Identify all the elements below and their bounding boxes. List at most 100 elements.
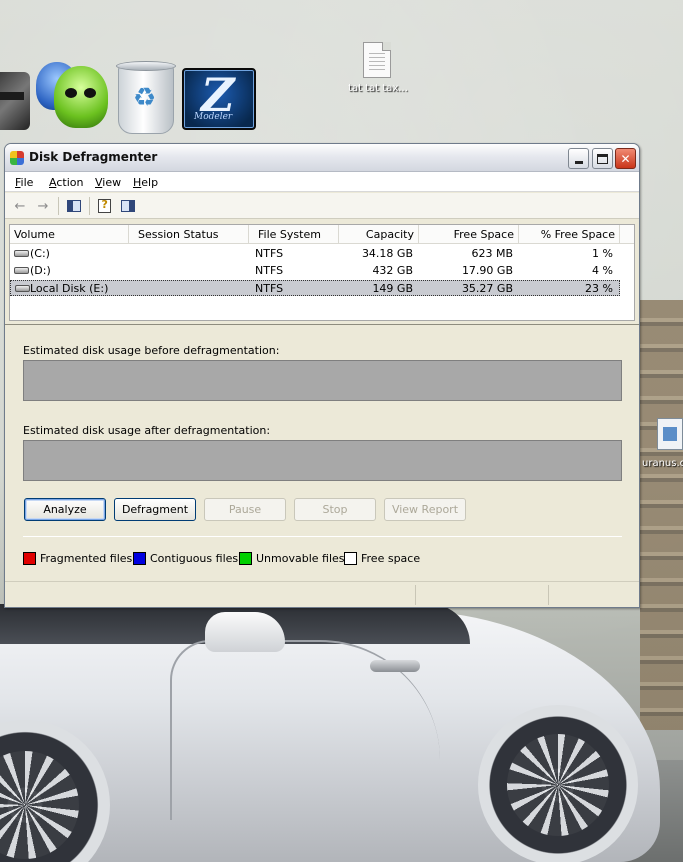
- action-pane-icon: [121, 200, 135, 212]
- cell-capacity: 34.18 GB: [361, 247, 413, 260]
- column-header-percent-free[interactable]: % Free Space: [519, 225, 620, 244]
- defrag-app-icon[interactable]: [10, 151, 24, 165]
- hard-drive-icon: [14, 267, 29, 274]
- show-action-pane-button[interactable]: [119, 197, 137, 215]
- before-defrag-label: Estimated disk usage before defragmentat…: [23, 344, 280, 357]
- legend-label-contiguous: Contiguous files: [150, 552, 239, 565]
- column-header-volume[interactable]: Volume: [10, 225, 129, 244]
- menu-help[interactable]: Help: [133, 176, 158, 189]
- console-tree-icon: [67, 200, 81, 212]
- legend-swatch-unmovable: [239, 552, 252, 565]
- cell-free-space: 17.90 GB: [461, 264, 513, 277]
- table-row[interactable]: (D:) NTFS 432 GB 17.90 GB 4 %: [10, 263, 620, 279]
- menu-view[interactable]: View: [95, 176, 121, 189]
- legend-label-fragmented: Fragmented files: [40, 552, 133, 565]
- after-defrag-label: Estimated disk usage after defragmentati…: [23, 424, 271, 437]
- table-row[interactable]: (C:) NTFS 34.18 GB 623 MB 1 %: [10, 246, 620, 262]
- defragment-button[interactable]: Defragment: [114, 498, 196, 521]
- minimize-icon: [574, 161, 583, 164]
- legend-swatch-free-space: [344, 552, 357, 565]
- window-title: Disk Defragmenter: [29, 150, 158, 164]
- skull-eye-right: [84, 88, 96, 98]
- show-hide-console-tree-button[interactable]: [65, 197, 83, 215]
- volume-list[interactable]: Volume Session Status File System Capaci…: [9, 224, 635, 321]
- volume-list-header: Volume Session Status File System Capaci…: [10, 225, 634, 244]
- rear-wheel-spokes: [0, 750, 80, 860]
- table-row-selected[interactable]: Local Disk (E:) NTFS 149 GB 35.27 GB 23 …: [10, 280, 620, 296]
- uranus-file-label[interactable]: uranus.c: [642, 458, 683, 469]
- cell-file-system: NTFS: [255, 247, 284, 260]
- cell-file-system: NTFS: [255, 282, 284, 295]
- menu-action-rest: ction: [56, 176, 84, 189]
- cell-free-space: 623 MB: [471, 247, 513, 260]
- uranus-file-glyph: [663, 427, 677, 441]
- printer-icon[interactable]: [0, 72, 30, 130]
- close-icon: ✕: [620, 151, 631, 166]
- front-wheel-spokes: [506, 733, 610, 837]
- toolbar-separator: [89, 197, 90, 215]
- menu-help-rest: elp: [141, 176, 159, 189]
- pause-button[interactable]: Pause: [204, 498, 286, 521]
- status-bar-divider: [415, 585, 416, 605]
- maximize-icon: [597, 153, 608, 164]
- legend-label-unmovable: Unmovable files: [256, 552, 345, 565]
- cell-percent-free: 23 %: [585, 282, 613, 295]
- hard-drive-icon: [14, 250, 29, 257]
- recycle-bin-icon[interactable]: ♻: [116, 61, 176, 134]
- properties-button[interactable]: [95, 197, 113, 215]
- column-header-free-space[interactable]: Free Space: [419, 225, 519, 244]
- view-report-button[interactable]: View Report: [384, 498, 466, 521]
- column-header-session-status[interactable]: Session Status: [129, 225, 249, 244]
- menu-view-rest: iew: [102, 176, 122, 189]
- recycle-bin-rim: [116, 61, 176, 71]
- maximize-button[interactable]: [592, 148, 613, 169]
- text-file-lines: [369, 53, 385, 71]
- legend-separator: [23, 536, 622, 537]
- cell-capacity: 149 GB: [372, 282, 413, 295]
- zmodeler-icon[interactable]: Z Modeler: [182, 68, 256, 130]
- menu-file-rest: ile: [20, 176, 34, 189]
- title-bar[interactable]: Disk Defragmenter ✕: [5, 144, 639, 172]
- legend-swatch-fragmented: [23, 552, 36, 565]
- cell-percent-free: 1 %: [592, 247, 613, 260]
- skull-eye-left: [65, 88, 77, 98]
- cell-free-space: 35.27 GB: [461, 282, 513, 295]
- messenger-icon[interactable]: [36, 62, 110, 134]
- wallpaper-car-handle: [370, 660, 420, 672]
- wallpaper-car-mirror: [205, 612, 285, 652]
- wallpaper-front-wheel: [478, 705, 638, 862]
- forward-arrow-icon[interactable]: →: [34, 197, 52, 215]
- disk-defragmenter-window: Disk Defragmenter ✕ File Action View Hel…: [4, 143, 640, 608]
- stop-button[interactable]: Stop: [294, 498, 376, 521]
- text-file-label[interactable]: tat tat tax...: [340, 83, 416, 94]
- close-button[interactable]: ✕: [615, 148, 636, 169]
- toolbar: ← →: [5, 193, 639, 219]
- cell-volume: (C:): [30, 247, 50, 260]
- legend-label-free-space: Free space: [361, 552, 421, 565]
- hard-drive-icon: [15, 285, 30, 292]
- legend-swatch-contiguous: [133, 552, 146, 565]
- after-defrag-usage-bar: [23, 440, 622, 481]
- menu-file[interactable]: File: [15, 176, 33, 189]
- back-arrow-icon[interactable]: ←: [11, 197, 29, 215]
- cell-capacity: 432 GB: [372, 264, 413, 277]
- cell-percent-free: 4 %: [592, 264, 613, 277]
- minimize-button[interactable]: [568, 148, 589, 169]
- pane-splitter[interactable]: [5, 324, 639, 325]
- column-header-file-system[interactable]: File System: [249, 225, 339, 244]
- status-bar-divider: [548, 585, 549, 605]
- wallpaper-buildings: [640, 300, 683, 730]
- messenger-green-skull: [54, 66, 108, 128]
- text-file-icon[interactable]: [363, 42, 391, 78]
- cell-volume: Local Disk (E:): [30, 282, 109, 295]
- toolbar-separator: [58, 197, 59, 215]
- zmodeler-caption: Modeler: [194, 112, 233, 122]
- status-bar: [5, 581, 639, 607]
- menu-action[interactable]: Action: [49, 176, 83, 189]
- uranus-file-icon[interactable]: [657, 418, 683, 450]
- analyze-button[interactable]: Analyze: [24, 498, 106, 521]
- before-defrag-usage-bar: [23, 360, 622, 401]
- recycle-logo-icon: ♻: [133, 83, 157, 113]
- help-properties-icon: [97, 198, 111, 213]
- column-header-capacity[interactable]: Capacity: [339, 225, 419, 244]
